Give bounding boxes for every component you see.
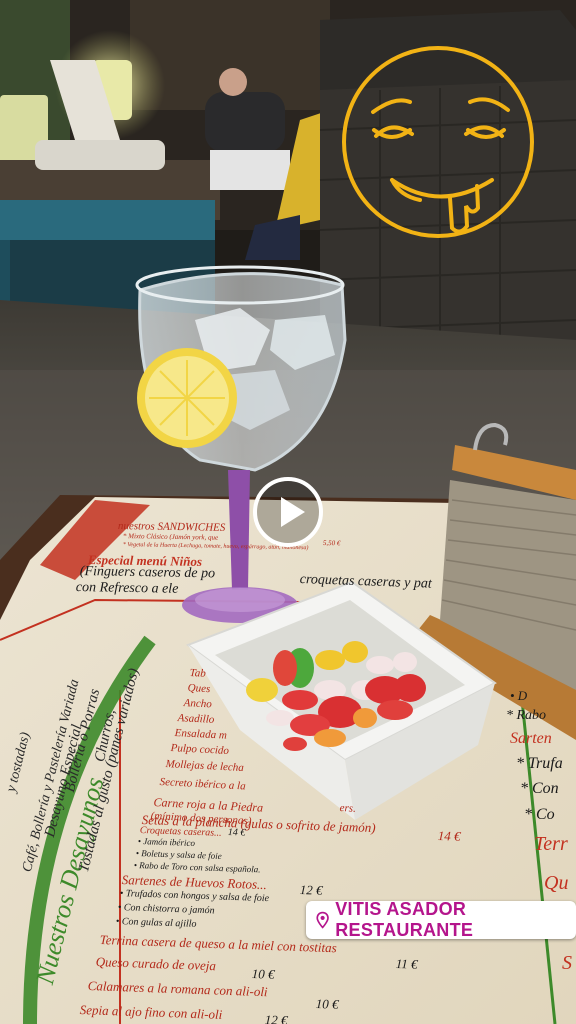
drooling-face-icon[interactable] [340,38,540,248]
menu-item: Tab [189,667,207,680]
menu-item-price: 14 € [227,827,246,839]
menu-item: • D [510,688,528,703]
location-pin-icon [316,911,329,929]
play-icon [281,497,305,527]
menu-item: * Rabo [506,708,547,723]
menu-item: * Con [520,780,559,797]
menu-item-price: 11 € [395,956,418,972]
menu-item: * Trufa [516,755,563,772]
menu-item: Qu [544,872,569,894]
menu-item: • Jamón ibérico [137,836,196,848]
menu-item: ers. [339,802,357,815]
menu-item: Asadillo [177,712,215,726]
menu-item-price: 14 € [437,828,461,844]
menu-ninos-line: con Refresco a ele [75,580,179,597]
menu-item-price: 10 € [315,996,339,1012]
menu-item-price: 12 € [264,1012,288,1024]
location-label: VITIS ASADOR RESTAURANTE [335,899,474,940]
menu-item: Ques [187,682,211,696]
menu-item-price: 10 € [251,966,275,982]
menu-item: Sarten [510,730,552,747]
menu-item: * Co [524,806,555,823]
menu-item: Ancho [183,697,213,711]
play-button[interactable] [253,477,323,547]
menu-sandwich-line: * Mixto Clásico (Jamón york, que [122,532,219,542]
menu-item: S [562,952,572,974]
location-sticker[interactable]: VITIS ASADOR RESTAURANTE [306,899,576,940]
menu-item-price: 12 € [299,882,323,898]
menu-item: Terr [534,833,568,855]
story-viewer[interactable]: nuestros SANDWICHES * Mixto Clásico (Jam… [0,0,576,1024]
menu-sandwich-price: 5,50 € [322,539,341,548]
